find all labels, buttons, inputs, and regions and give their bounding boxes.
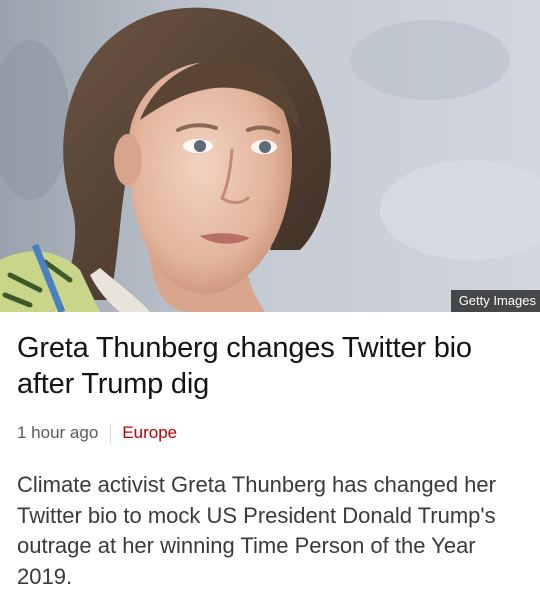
portrait-photo — [0, 0, 540, 312]
hero-image[interactable]: Getty Images — [0, 0, 540, 312]
article-summary: Climate activist Greta Thunberg has chan… — [17, 472, 496, 589]
category-link[interactable]: Europe — [122, 422, 177, 444]
timestamp: 1 hour ago — [17, 423, 99, 442]
headline[interactable]: Greta Thunberg changes Twitter bio after… — [17, 330, 524, 402]
image-credit: Getty Images — [450, 290, 540, 312]
article-page: Getty Images Greta Thunberg changes Twit… — [0, 0, 540, 607]
meta-divider — [110, 423, 112, 443]
article-meta: 1 hour ago Europe — [17, 422, 524, 444]
article-content: Greta Thunberg changes Twitter bio after… — [0, 312, 540, 592]
